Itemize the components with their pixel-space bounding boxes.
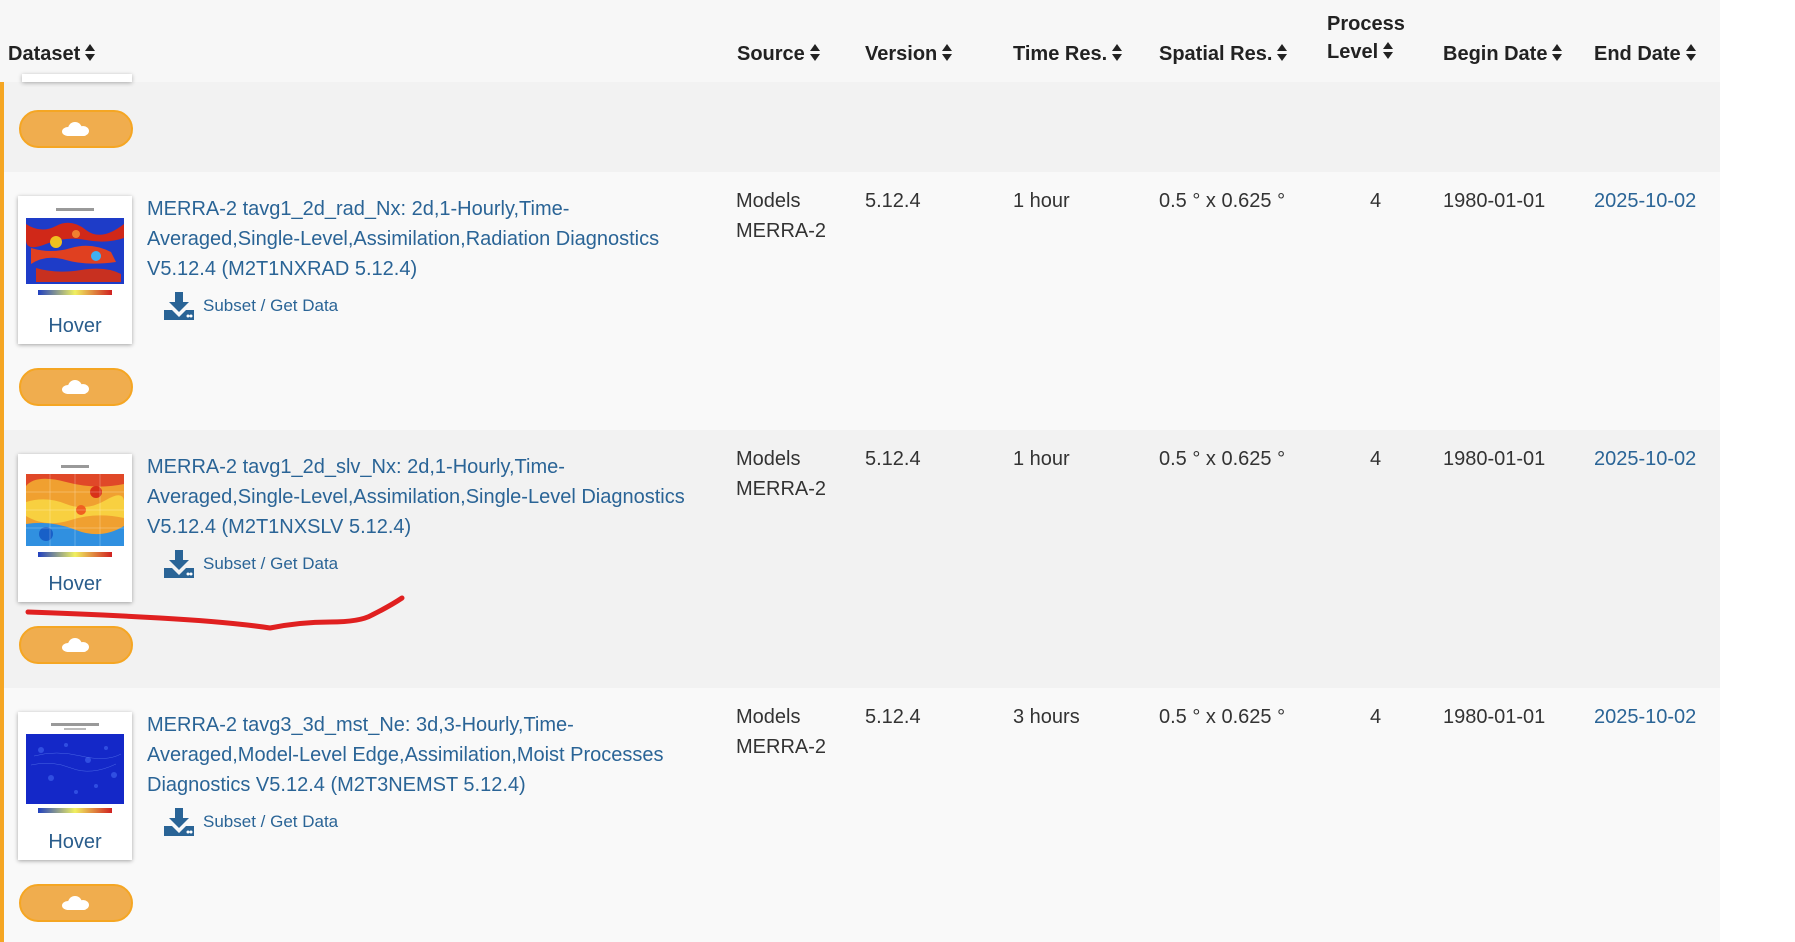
- dataset-thumbnail[interactable]: Hover: [18, 454, 132, 602]
- dataset-title-link[interactable]: MERRA-2 tavg1_2d_rad_Nx: 2d,1-Hourly,Tim…: [147, 194, 717, 284]
- dataset-title-link[interactable]: MERRA-2 tavg1_2d_slv_Nx: 2d,1-Hourly,Tim…: [147, 452, 717, 542]
- process-level-cell: 4: [1370, 448, 1382, 470]
- end-date-link[interactable]: 2025-10-02: [1594, 444, 1696, 474]
- sort-icon[interactable]: [1685, 43, 1696, 62]
- time-res-cell: 1 hour: [1013, 190, 1070, 212]
- thumbnail-partial: [22, 74, 132, 82]
- source-cell: Models MERRA-2: [736, 448, 827, 500]
- download-icon: [164, 550, 194, 578]
- hover-label: Hover: [48, 573, 102, 595]
- spatial-res-cell: 0.5 ° x 0.625 °: [1159, 448, 1286, 470]
- single-level-map-image: [26, 462, 124, 566]
- moist-processes-map-image: [26, 720, 124, 824]
- radiation-map-image: [26, 204, 124, 308]
- time-res-cell: 1 hour: [1013, 448, 1070, 470]
- accent-bar: [0, 82, 4, 942]
- header-time-res[interactable]: Time Res.: [1013, 40, 1123, 68]
- version-cell: 5.12.4: [865, 706, 921, 728]
- hover-label: Hover: [48, 315, 102, 337]
- dataset-table: Dataset Source Version Time Res. Spatial…: [0, 0, 1720, 942]
- version-cell: 5.12.4: [865, 448, 921, 470]
- download-icon: [164, 292, 194, 320]
- subset-get-data-link[interactable]: Subset / Get Data: [164, 808, 338, 836]
- header-process-level[interactable]: Process Level: [1327, 10, 1405, 66]
- time-res-cell: 3 hours: [1013, 706, 1080, 728]
- end-date-link[interactable]: 2025-10-02: [1594, 702, 1696, 732]
- sort-icon[interactable]: [1383, 41, 1394, 60]
- table-header: Dataset Source Version Time Res. Spatial…: [0, 0, 1720, 83]
- cloud-icon: [62, 896, 90, 910]
- table-row: Hover MERRA-2 tavg1_2d_rad_Nx: 2d,1-Hour…: [4, 172, 1720, 430]
- sort-icon[interactable]: [1552, 43, 1563, 62]
- dataset-thumbnail[interactable]: Hover: [18, 712, 132, 860]
- cloud-button[interactable]: [19, 626, 133, 664]
- cloud-icon: [62, 638, 90, 652]
- source-cell: Models MERRA-2: [736, 190, 827, 242]
- header-end-date[interactable]: End Date: [1594, 40, 1696, 68]
- begin-date-cell: 1980-01-01: [1443, 448, 1546, 470]
- cloud-button[interactable]: [19, 368, 133, 406]
- sort-icon[interactable]: [942, 43, 953, 62]
- begin-date-cell: 1980-01-01: [1443, 190, 1546, 212]
- header-source[interactable]: Source: [737, 40, 820, 68]
- version-cell: 5.12.4: [865, 190, 921, 212]
- dataset-title-link[interactable]: MERRA-2 tavg3_3d_mst_Ne: 3d,3-Hourly,Tim…: [147, 710, 717, 800]
- spatial-res-cell: 0.5 ° x 0.625 °: [1159, 190, 1286, 212]
- begin-date-cell: 1980-01-01: [1443, 706, 1546, 728]
- cloud-button[interactable]: [19, 884, 133, 922]
- process-level-cell: 4: [1370, 706, 1382, 728]
- source-cell: Models MERRA-2: [736, 706, 827, 758]
- header-begin-date[interactable]: Begin Date: [1443, 40, 1563, 68]
- header-version[interactable]: Version: [865, 40, 953, 68]
- subset-get-data-link[interactable]: Subset / Get Data: [164, 292, 338, 320]
- download-icon: [164, 808, 194, 836]
- table-row-partial: [4, 74, 1720, 172]
- end-date-link[interactable]: 2025-10-02: [1594, 186, 1696, 216]
- process-level-cell: 4: [1370, 190, 1382, 212]
- sort-icon[interactable]: [1112, 43, 1123, 62]
- subset-get-data-link[interactable]: Subset / Get Data: [164, 550, 338, 578]
- cloud-icon: [62, 380, 90, 394]
- header-spatial-res[interactable]: Spatial Res.: [1159, 40, 1288, 68]
- cloud-button[interactable]: [19, 110, 133, 148]
- sort-icon[interactable]: [1277, 43, 1288, 62]
- sort-icon[interactable]: [85, 43, 96, 62]
- header-dataset[interactable]: Dataset: [8, 40, 96, 68]
- hover-label: Hover: [48, 831, 102, 853]
- dataset-thumbnail[interactable]: Hover: [18, 196, 132, 344]
- table-row: Hover MERRA-2 tavg3_3d_mst_Ne: 3d,3-Hour…: [4, 688, 1720, 942]
- spatial-res-cell: 0.5 ° x 0.625 °: [1159, 706, 1286, 728]
- sort-icon[interactable]: [809, 43, 820, 62]
- cloud-icon: [62, 122, 90, 136]
- table-row: Hover MERRA-2 tavg1_2d_slv_Nx: 2d,1-Hour…: [4, 430, 1720, 688]
